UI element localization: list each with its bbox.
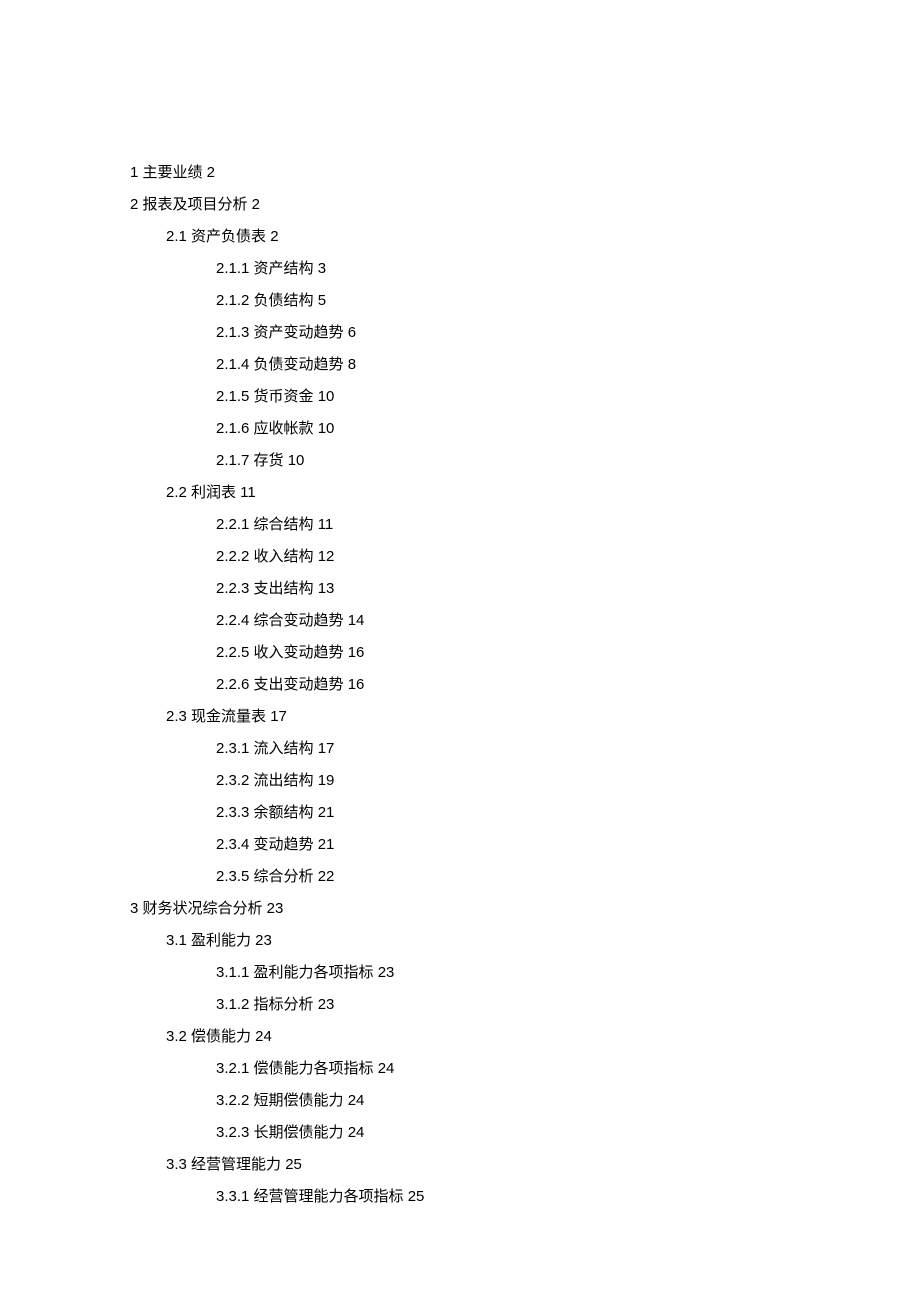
toc-entry: 2.2.2 收入结构 12	[130, 549, 920, 564]
toc-entry: 2.2.1 综合结构 11	[130, 517, 920, 532]
toc-entry: 3.2 偿债能力 24	[130, 1029, 920, 1044]
toc-entry: 2.2.3 支出结构 13	[130, 581, 920, 596]
toc-entry: 3.1.1 盈利能力各项指标 23	[130, 965, 920, 980]
toc-entry: 2.1.5 货币资金 10	[130, 389, 920, 404]
toc-entry: 3 财务状况综合分析 23	[130, 901, 920, 916]
toc-entry: 1 主要业绩 2	[130, 165, 920, 180]
toc-list: 1 主要业绩 2 2 报表及项目分析 2 2.1 资产负债表 2 2.1.1 资产结构…	[130, 165, 920, 1204]
toc-entry: 2.1.6 应收帐款 10	[130, 421, 920, 436]
toc-entry: 3.3 经营管理能力 25	[130, 1157, 920, 1172]
toc-page: 1 主要业绩 2 2 报表及项目分析 2 2.1 资产负债表 2 2.1.1 资产结构…	[0, 0, 920, 1204]
toc-entry: 2.1.1 资产结构 3	[130, 261, 920, 276]
toc-entry: 3.3.1 经营管理能力各项指标 25	[130, 1189, 920, 1204]
toc-entry: 3.1 盈利能力 23	[130, 933, 920, 948]
toc-entry: 2.3.3 余额结构 21	[130, 805, 920, 820]
toc-entry: 2.2.5 收入变动趋势 16	[130, 645, 920, 660]
toc-entry: 2.1 资产负债表 2	[130, 229, 920, 244]
toc-entry: 2.3 现金流量表 17	[130, 709, 920, 724]
toc-entry: 2.2 利润表 11	[130, 485, 920, 500]
toc-entry: 2.1.3 资产变动趋势 6	[130, 325, 920, 340]
toc-entry: 2.1.4 负债变动趋势 8	[130, 357, 920, 372]
toc-entry: 2.3.4 变动趋势 21	[130, 837, 920, 852]
toc-entry: 3.2.1 偿债能力各项指标 24	[130, 1061, 920, 1076]
toc-entry: 3.2.3 长期偿债能力 24	[130, 1125, 920, 1140]
toc-entry: 2.2.4 综合变动趋势 14	[130, 613, 920, 628]
toc-entry: 2.3.5 综合分析 22	[130, 869, 920, 884]
toc-entry: 3.1.2 指标分析 23	[130, 997, 920, 1012]
toc-entry: 2 报表及项目分析 2	[130, 197, 920, 212]
toc-entry: 2.3.2 流出结构 19	[130, 773, 920, 788]
toc-entry: 2.2.6 支出变动趋势 16	[130, 677, 920, 692]
toc-entry: 3.2.2 短期偿债能力 24	[130, 1093, 920, 1108]
toc-entry: 2.1.2 负债结构 5	[130, 293, 920, 308]
toc-entry: 2.1.7 存货 10	[130, 453, 920, 468]
toc-entry: 2.3.1 流入结构 17	[130, 741, 920, 756]
